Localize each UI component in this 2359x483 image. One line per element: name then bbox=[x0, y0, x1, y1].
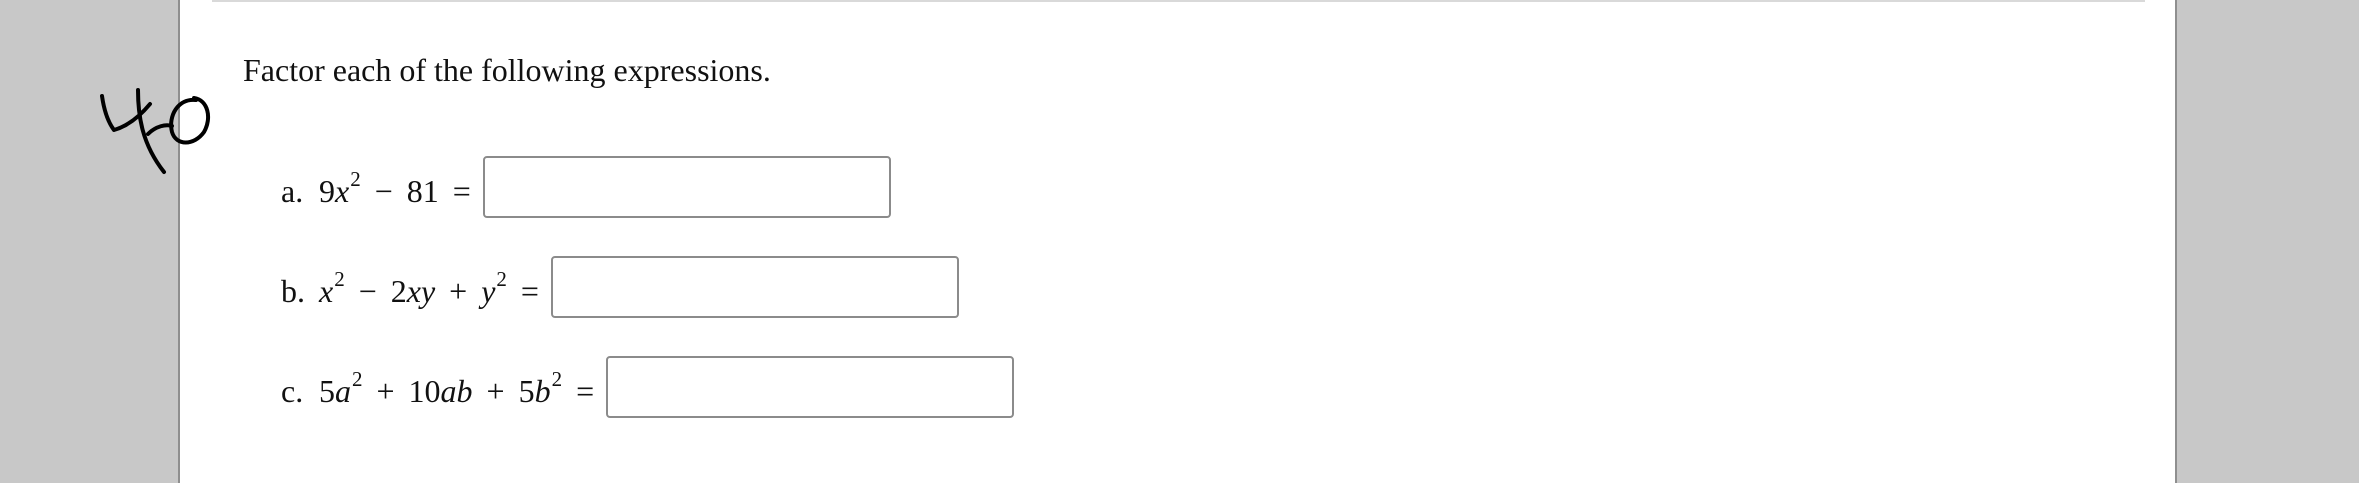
exponent: 2 bbox=[350, 166, 361, 191]
variable: y bbox=[481, 272, 496, 309]
operator: + bbox=[449, 272, 468, 309]
coefficient: 5 bbox=[518, 372, 535, 409]
variable: x bbox=[335, 172, 350, 209]
variable: x bbox=[319, 272, 334, 309]
answer-input-a[interactable] bbox=[482, 156, 891, 218]
coefficient: 81 bbox=[406, 172, 439, 209]
exponent: 2 bbox=[352, 366, 363, 391]
variable: b bbox=[534, 372, 551, 409]
exponent: 2 bbox=[334, 266, 345, 291]
problem-b: b. x2 − 2 xy + y2 = bbox=[281, 255, 959, 319]
coefficient: 9 bbox=[319, 172, 335, 209]
coefficient: 5 bbox=[319, 372, 335, 409]
equals-sign: = bbox=[452, 172, 471, 209]
problem-expression: 9x2 − 81 = bbox=[319, 167, 483, 210]
operator: + bbox=[486, 372, 505, 409]
coefficient: 2 bbox=[390, 272, 407, 309]
answer-input-c[interactable] bbox=[606, 356, 1015, 418]
top-divider bbox=[212, 0, 2145, 2]
problem-label: b. bbox=[281, 272, 305, 309]
operator: − bbox=[358, 272, 377, 309]
coefficient: 10 bbox=[408, 372, 441, 409]
problem-label: c. bbox=[281, 372, 304, 409]
worksheet-page: Factor each of the following expressions… bbox=[178, 0, 2177, 483]
variable: a bbox=[335, 372, 351, 409]
equals-sign: = bbox=[576, 372, 595, 409]
problem-expression: 5a2 + 10 ab + 5b2 = bbox=[319, 367, 606, 410]
operator: + bbox=[376, 372, 395, 409]
problem-label: a. bbox=[281, 172, 304, 209]
problem-expression: x2 − 2 xy + y2 = bbox=[319, 267, 551, 310]
handwritten-score-note bbox=[100, 88, 211, 174]
exponent: 2 bbox=[496, 266, 507, 291]
operator: − bbox=[374, 172, 393, 209]
equals-sign: = bbox=[520, 272, 539, 309]
answer-input-b[interactable] bbox=[550, 256, 959, 318]
instruction-text: Factor each of the following expressions… bbox=[243, 52, 771, 88]
problem-c: c. 5a2 + 10 ab + 5b2 = bbox=[281, 355, 1015, 419]
problem-a: a. 9x2 − 81 = bbox=[281, 155, 891, 219]
exponent: 2 bbox=[551, 366, 563, 391]
variable: ab bbox=[440, 372, 473, 409]
variable: xy bbox=[406, 272, 436, 309]
